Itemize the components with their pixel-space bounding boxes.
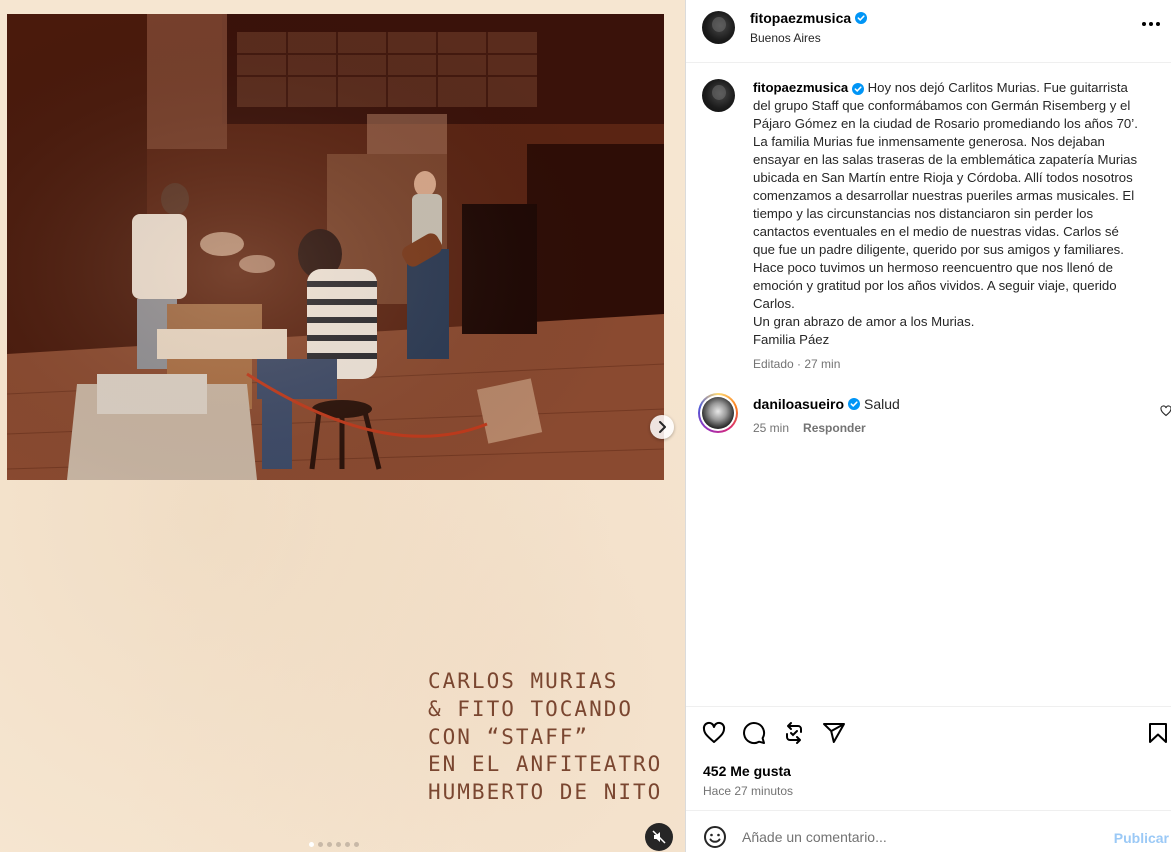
caption-edited-time: Editado · 27 min	[753, 357, 841, 371]
verified-badge-icon	[851, 82, 864, 95]
publish-button[interactable]: Publicar	[1114, 830, 1169, 846]
post-location[interactable]: Buenos Aires	[750, 31, 821, 45]
bookmark-icon	[1149, 723, 1167, 743]
mute-button[interactable]	[645, 823, 673, 851]
comment-text: Salud	[864, 396, 900, 412]
verified-badge-icon	[848, 398, 861, 410]
caption-line: tiempo y las circunstancias nos distanci…	[753, 206, 1094, 221]
caption-line: Hoy nos dejó Carlitos Murias. Fue guitar…	[867, 80, 1128, 95]
caption-text: fitopaezmusica Hoy nos dejó Carlitos Mur…	[753, 79, 1164, 349]
comment-like-button[interactable]	[1160, 404, 1171, 422]
heart-icon	[702, 721, 726, 743]
comment-time[interactable]: 25 min	[753, 421, 789, 435]
caption-first-line: fitopaezmusica Hoy nos dejó Carlitos Mur…	[753, 79, 1164, 97]
caption-line: Familia Páez	[753, 332, 830, 347]
heart-icon	[1160, 405, 1171, 417]
caption-line: emoción y gratitud por los años vividos.…	[753, 278, 1117, 293]
post-media: CARLOS MURIAS & FITO TOCANDO CON “STAFF”…	[0, 0, 685, 852]
caption-line: La familia Murias fue inmensamente gener…	[753, 134, 1105, 149]
speech-bubble-icon	[743, 722, 766, 745]
caption-line: Un gran abrazo de amor a los Murias.	[753, 314, 975, 329]
photo-caption: CARLOS MURIAS & FITO TOCANDO CON “STAFF”…	[428, 668, 662, 807]
post-time[interactable]: Hace 27 minutos	[703, 784, 793, 798]
add-comment-bar: Publicar	[686, 810, 1171, 852]
author-avatar[interactable]	[702, 11, 735, 44]
photo-caption-line: CON “STAFF”	[428, 724, 590, 749]
more-dot	[1149, 22, 1153, 26]
action-icons	[702, 721, 846, 745]
comment-button[interactable]	[742, 721, 766, 745]
paper-plane-icon	[823, 723, 845, 743]
band-photo	[7, 14, 664, 480]
emoji-button[interactable]	[703, 825, 727, 852]
carousel-next-button[interactable]	[650, 415, 674, 439]
speaker-muted-icon	[652, 830, 666, 844]
photo-caption-line: HUMBERTO DE NITO	[428, 780, 663, 805]
photo-caption-line: & FITO TOCANDO	[428, 696, 634, 721]
carousel-dot	[354, 842, 359, 847]
like-button[interactable]	[702, 721, 726, 745]
chevron-right-icon	[659, 421, 666, 433]
commenter-avatar-inner	[700, 395, 736, 431]
verified-badge-icon	[855, 12, 868, 24]
repost-button[interactable]	[782, 721, 806, 745]
caption-line: del grupo Staff que conformábamos con Ge…	[753, 98, 1131, 113]
carousel-dot	[327, 842, 332, 847]
reply-button[interactable]: Responder	[803, 421, 866, 435]
author-username-text[interactable]: fitopaezmusica	[750, 10, 851, 26]
more-dot	[1142, 22, 1146, 26]
photo-caption-line: EN EL ANFITEATRO	[428, 752, 663, 777]
post-sidebar: fitopaezmusica Buenos Aires fitopaezmusi…	[685, 0, 1171, 852]
carousel-dot	[309, 842, 314, 847]
comment-input[interactable]	[742, 823, 1102, 851]
caption-line: ubicada en San Martín entre Rioja y Córd…	[753, 170, 1133, 185]
comment-item: daniloasueiro Salud 25 min Responder	[698, 391, 1171, 441]
more-options-button[interactable]	[1138, 18, 1164, 30]
caption-line: cantactos eventuales en el medio de nues…	[753, 224, 1119, 239]
carousel-dot	[336, 842, 341, 847]
author-username[interactable]: fitopaezmusica	[750, 10, 868, 26]
caption-line: comenzamos a desarrollar nuestras pueril…	[753, 188, 1135, 203]
post-header: fitopaezmusica Buenos Aires	[686, 0, 1171, 63]
share-button[interactable]	[822, 721, 846, 745]
caption-line: ensayar en las salas traseras de la embl…	[753, 152, 1138, 167]
caption-line: Pájaro Gómez en la ciudad de Rosario pro…	[753, 116, 1138, 131]
commenter-username[interactable]: daniloasueiro	[753, 396, 844, 412]
save-button[interactable]	[1146, 721, 1170, 745]
comment-body: daniloasueiro Salud	[753, 396, 900, 412]
more-dot	[1156, 22, 1160, 26]
carousel-dot	[345, 842, 350, 847]
caption-username[interactable]: fitopaezmusica	[753, 80, 848, 95]
comment-meta: 25 min Responder	[753, 421, 866, 435]
commenter-avatar-image	[702, 397, 734, 429]
like-count[interactable]: 452 Me gusta	[703, 763, 791, 779]
repost-icon	[786, 722, 802, 744]
photo-caption-line: CARLOS MURIAS	[428, 669, 619, 693]
commenter-avatar[interactable]	[698, 393, 738, 433]
caption-author-avatar[interactable]	[702, 79, 735, 112]
smiley-icon	[704, 826, 726, 848]
caption-line: que fue un padre diligente, querido por …	[753, 242, 1124, 257]
caption-line: Hace poco tuvimos un hermoso reencuentro…	[753, 260, 1113, 275]
post-actions: 452 Me gusta Hace 27 minutos	[686, 706, 1171, 810]
carousel-indicator	[309, 842, 359, 847]
carousel-dot	[318, 842, 323, 847]
caption-line: Carlos.	[753, 296, 795, 311]
